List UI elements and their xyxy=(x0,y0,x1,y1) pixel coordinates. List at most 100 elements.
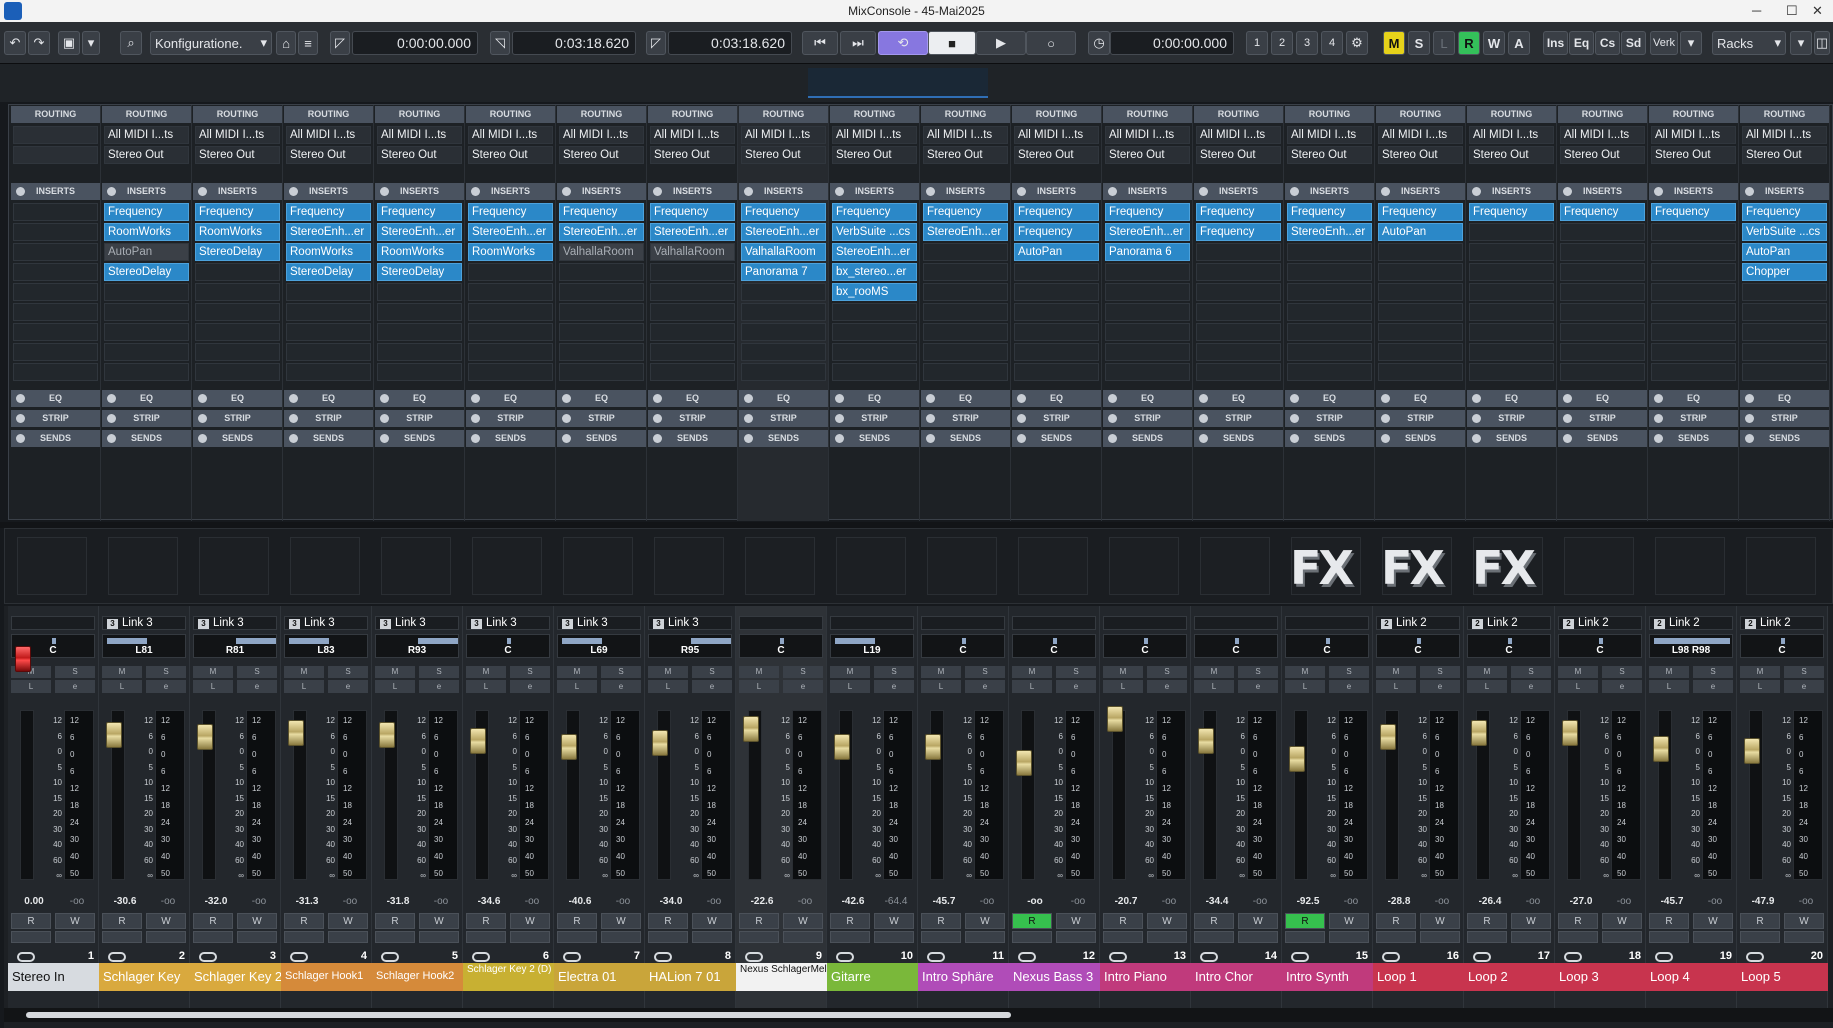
strip-bypass-icon[interactable] xyxy=(1745,414,1754,423)
monitor-icon[interactable] xyxy=(739,931,779,943)
strip-header[interactable]: STRIP xyxy=(284,410,373,427)
solo-button[interactable]: S xyxy=(1602,666,1642,678)
read-automation-button[interactable]: R xyxy=(739,913,779,929)
inserts-header[interactable]: INSERTS xyxy=(466,183,555,200)
peak-value[interactable]: -oo xyxy=(1241,896,1279,907)
pan-control[interactable]: C xyxy=(466,634,550,658)
insert-slot[interactable]: StereoEnh...er xyxy=(923,223,1008,241)
mute-button[interactable]: M xyxy=(102,666,142,678)
listen-button[interactable]: L xyxy=(284,680,324,693)
cycle-icon[interactable]: ⟲ xyxy=(878,31,928,55)
inserts-header[interactable]: INSERTS xyxy=(1740,183,1829,200)
strip-bypass-icon[interactable] xyxy=(1290,414,1299,423)
peak-value[interactable]: -oo xyxy=(331,896,369,907)
insert-slot[interactable] xyxy=(1560,263,1645,281)
strip-bypass-icon[interactable] xyxy=(1199,414,1208,423)
insert-slot[interactable] xyxy=(195,263,280,281)
insert-slot[interactable] xyxy=(1742,343,1827,361)
link-group-label[interactable]: 3 Link 3 xyxy=(284,616,368,630)
insert-slot[interactable] xyxy=(650,303,735,321)
eq-header[interactable]: EQ xyxy=(11,390,100,407)
inserts-bypass-icon[interactable] xyxy=(1472,187,1481,196)
insert-slot[interactable]: Frequency xyxy=(1742,203,1827,221)
fader-track[interactable] xyxy=(1021,710,1035,880)
insert-slot[interactable] xyxy=(104,363,189,381)
solo-button[interactable]: S xyxy=(1147,666,1187,678)
read-automation-button[interactable]: R xyxy=(1103,913,1143,929)
inserts-header[interactable]: INSERTS xyxy=(739,183,828,200)
insert-slot[interactable] xyxy=(832,363,917,381)
insert-slot[interactable] xyxy=(13,363,98,381)
output-routing-slot[interactable]: Stereo Out xyxy=(377,146,462,164)
write-automation-button[interactable]: W xyxy=(1056,913,1096,929)
insert-slot[interactable] xyxy=(1560,283,1645,301)
fader-cap[interactable] xyxy=(470,728,486,754)
peak-value[interactable]: -oo xyxy=(1423,896,1461,907)
mute-button[interactable]: M xyxy=(1194,666,1234,678)
fader-cap[interactable] xyxy=(561,734,577,760)
output-routing-slot[interactable]: Stereo Out xyxy=(286,146,371,164)
input-routing-slot[interactable]: All MIDI I...ts xyxy=(1560,126,1645,144)
volume-value[interactable]: -20.7 xyxy=(1103,896,1149,907)
insert-slot[interactable] xyxy=(650,343,735,361)
insert-slot[interactable] xyxy=(104,343,189,361)
strip-bypass-icon[interactable] xyxy=(471,414,480,423)
insert-slot[interactable] xyxy=(1560,363,1645,381)
eq-header[interactable]: EQ xyxy=(1376,390,1465,407)
sends-header[interactable]: SENDS xyxy=(648,430,737,447)
insert-slot[interactable]: ValhallaRoom xyxy=(741,243,826,261)
link-group-label[interactable]: 2 Link 2 xyxy=(1558,616,1642,630)
volume-value[interactable]: -31.3 xyxy=(284,896,330,907)
insert-slot[interactable] xyxy=(1651,303,1736,321)
read-automation-button[interactable]: R xyxy=(1376,913,1416,929)
listen-button[interactable]: L xyxy=(1740,680,1780,693)
inserts-bypass-icon[interactable] xyxy=(380,187,389,196)
insert-slot[interactable] xyxy=(1651,363,1736,381)
insert-slot[interactable] xyxy=(1651,343,1736,361)
strip-bypass-icon[interactable] xyxy=(1381,414,1390,423)
link-group-label[interactable]: 3 Link 3 xyxy=(648,616,732,630)
input-routing-slot[interactable]: All MIDI I...ts xyxy=(1469,126,1554,144)
mute-button[interactable]: M xyxy=(739,666,779,678)
record-enable-icon[interactable] xyxy=(55,931,95,943)
monitor-icon[interactable] xyxy=(1649,931,1689,943)
search-icon[interactable]: ⌕ xyxy=(120,31,142,55)
channel-overview[interactable] xyxy=(0,64,1833,102)
insert-slot[interactable] xyxy=(1196,323,1281,341)
fader-track[interactable] xyxy=(1112,710,1126,880)
eq-bypass-icon[interactable] xyxy=(198,394,207,403)
channel-link-icon[interactable] xyxy=(1655,952,1673,962)
insert-slot[interactable] xyxy=(1378,283,1463,301)
sends-bypass-icon[interactable] xyxy=(926,434,935,443)
secondary-time-display[interactable]: 0:00:00.000 xyxy=(1110,31,1234,55)
pan-control[interactable]: C xyxy=(1376,634,1460,658)
strip-header[interactable]: STRIP xyxy=(1376,410,1465,427)
insert-slot[interactable]: Frequency xyxy=(1378,203,1463,221)
pan-control[interactable]: C xyxy=(1012,634,1096,658)
insert-slot[interactable]: StereoEnh...er xyxy=(286,223,371,241)
routing-header[interactable]: ROUTING xyxy=(102,106,191,123)
strip-header[interactable]: STRIP xyxy=(1558,410,1647,427)
read-automation-button[interactable]: R xyxy=(1194,913,1234,929)
zone-1-button[interactable]: 1 xyxy=(1246,31,1268,55)
channel-name[interactable]: Schlager Key 2 (D) xyxy=(463,963,554,991)
inserts-bypass-icon[interactable] xyxy=(562,187,571,196)
edit-channel-button[interactable]: e xyxy=(601,680,641,693)
fader-cap[interactable] xyxy=(1289,746,1305,772)
input-routing-slot[interactable]: All MIDI I...ts xyxy=(195,126,280,144)
output-routing-slot[interactable]: Stereo Out xyxy=(468,146,553,164)
read-automation-button[interactable]: R xyxy=(557,913,597,929)
right-locator-display[interactable]: 0:03:18.620 xyxy=(668,31,792,55)
listen-button[interactable]: L xyxy=(1376,680,1416,693)
overview-visible-range[interactable] xyxy=(808,68,988,98)
mute-button[interactable]: M xyxy=(1740,666,1780,678)
inserts-bypass-icon[interactable] xyxy=(744,187,753,196)
horizontal-scrollbar[interactable] xyxy=(4,1008,1833,1022)
read-automation-button[interactable]: R xyxy=(1467,913,1507,929)
insert-slot[interactable] xyxy=(1560,323,1645,341)
mute-button[interactable]: M xyxy=(830,666,870,678)
inserts-bypass-icon[interactable] xyxy=(16,187,25,196)
mute-button[interactable]: M xyxy=(1649,666,1689,678)
mute-all-button[interactable]: M xyxy=(1383,31,1405,55)
insert-slot[interactable]: RoomWorks xyxy=(286,243,371,261)
